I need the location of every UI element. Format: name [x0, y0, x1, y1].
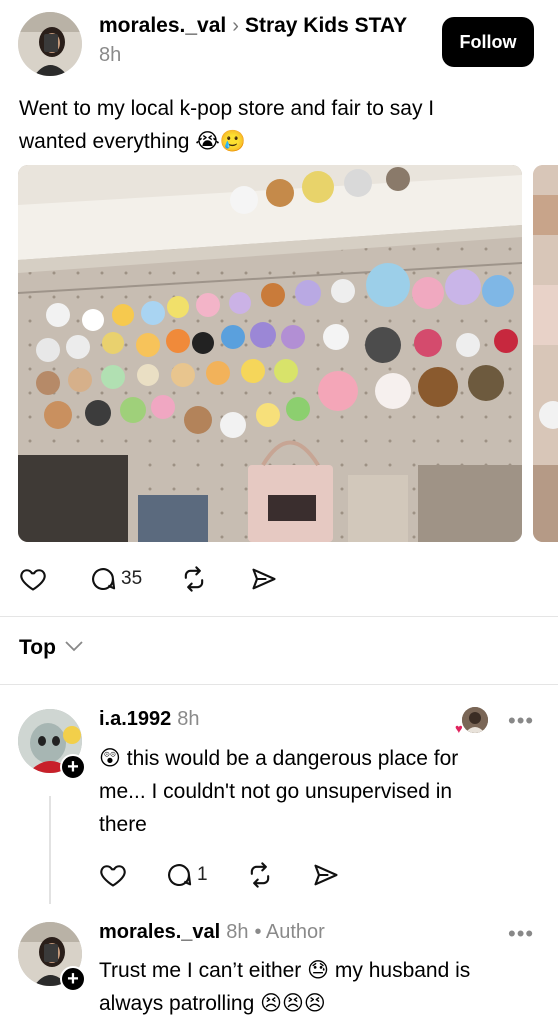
thread-line: [49, 796, 51, 904]
author-name[interactable]: morales._val: [99, 14, 226, 38]
post-text-line-1: Went to my local k-pop store and fair to…: [19, 97, 435, 120]
follow-plus-button[interactable]: +: [60, 966, 86, 992]
post-photo[interactable]: [18, 165, 522, 542]
post-text: Went to my local k-pop store and fair to…: [19, 92, 539, 158]
divider: [0, 616, 558, 617]
heart-icon: [99, 861, 127, 889]
post-time: 8h: [99, 44, 122, 66]
comment-share-button[interactable]: [312, 861, 340, 889]
post-actions: 35: [19, 565, 320, 593]
more-icon[interactable]: •••: [508, 921, 534, 947]
comment-emoji: 😲: [99, 747, 121, 770]
repost-icon: [246, 861, 274, 889]
sort-dropdown[interactable]: Top: [19, 636, 84, 660]
divider: [0, 684, 558, 685]
comment-count: 35: [121, 568, 143, 589]
post-header: morales._val › Stray Kids STAY 8h: [99, 14, 418, 67]
comment-reply-button[interactable]: 1: [165, 861, 208, 889]
author-liked-heart-icon: ♥: [455, 721, 463, 736]
post-photo-next[interactable]: [533, 165, 558, 542]
share-button[interactable]: [250, 565, 282, 593]
comment-header: morales._val 8h • Author: [99, 921, 325, 944]
follow-plus-button[interactable]: +: [60, 754, 86, 780]
repost-icon: [180, 565, 208, 593]
comment-line-1-wrap: Trust me I can’t either 😓 my husband is: [99, 954, 539, 987]
post-text-line-2-wrap: wanted everything 😭🥲: [19, 125, 539, 158]
comment-line-2: me... I couldn't not go unsupervised in: [99, 780, 453, 803]
follow-button[interactable]: Follow: [442, 17, 534, 67]
comment-username[interactable]: morales._val: [99, 921, 220, 944]
plus-icon: +: [67, 756, 79, 778]
comment-text: 😲 this would be a dangerous place for me…: [99, 742, 539, 841]
more-icon[interactable]: •••: [508, 708, 534, 734]
author-avatar[interactable]: [18, 12, 82, 76]
author-line: morales._val › Stray Kids STAY: [99, 14, 418, 38]
comment-username[interactable]: i.a.1992: [99, 708, 171, 731]
comment-time: 8h: [177, 708, 200, 730]
repost-button[interactable]: [180, 565, 212, 593]
comment-time: 8h: [226, 921, 249, 943]
reply-count: 1: [197, 864, 208, 885]
comment-button[interactable]: 35: [89, 565, 142, 593]
comment-text: Trust me I can’t either 😓 my husband is …: [99, 954, 539, 1020]
comment-actions: 1: [99, 861, 378, 889]
chevron-down-icon: [64, 639, 84, 657]
comment-header: i.a.1992 8h: [99, 708, 200, 731]
author-badge: • Author: [254, 921, 325, 943]
share-icon: [250, 565, 278, 593]
community-name[interactable]: Stray Kids STAY: [245, 14, 407, 38]
comment-like-button[interactable]: [99, 861, 127, 889]
comment-emoji: 😣😣😣: [260, 992, 326, 1015]
post-text-emoji: 😭🥲: [195, 130, 246, 153]
plus-icon: +: [67, 968, 79, 990]
comment-line-1: this would be a dangerous place for: [126, 747, 459, 770]
comment-icon: [165, 861, 193, 889]
comment-line-1-wrap: 😲 this would be a dangerous place for: [99, 742, 539, 775]
thread-post-page: morales._val › Stray Kids STAY 8h Follow…: [0, 0, 558, 1023]
liker-avatar: [462, 707, 488, 733]
comment-repost-button[interactable]: [246, 861, 274, 889]
comment-line-2: always patrolling: [99, 992, 255, 1015]
comment-line-2-wrap: always patrolling 😣😣😣: [99, 987, 539, 1020]
share-icon: [312, 861, 340, 889]
post-text-line-2: wanted everything: [19, 130, 190, 153]
heart-icon: [19, 565, 47, 593]
comment-line-1a: Trust me I can’t either: [99, 959, 302, 982]
chevron-right-icon: ›: [232, 14, 239, 37]
like-button[interactable]: [19, 565, 51, 593]
comment-emoji: 😓: [307, 959, 330, 982]
comment-line-3: there: [99, 813, 147, 836]
comment-icon: [89, 565, 117, 593]
comment-line-1b: my husband is: [334, 959, 471, 982]
sort-label: Top: [19, 636, 56, 659]
